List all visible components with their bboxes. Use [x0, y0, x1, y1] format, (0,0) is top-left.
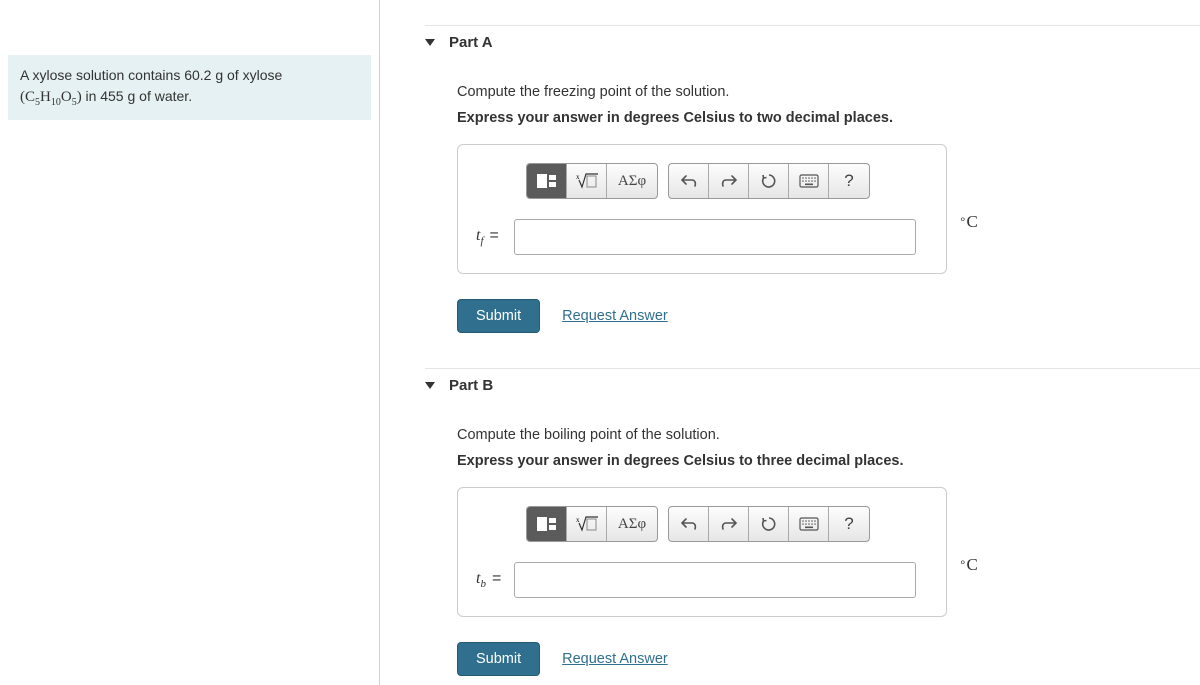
keyboard-button[interactable] [789, 164, 829, 198]
root-icon: x [576, 515, 598, 533]
reset-icon [761, 516, 777, 532]
part-a-section: Part A Compute the freezing point of the… [425, 25, 1200, 333]
part-b-body: Compute the boiling point of the solutio… [425, 402, 1200, 676]
problem-statement: A xylose solution contains 60.2 g of xyl… [8, 55, 371, 120]
reset-icon [761, 173, 777, 189]
collapse-icon[interactable] [425, 39, 435, 46]
root-button[interactable]: x [567, 164, 607, 198]
part-b-variable: tb = [476, 570, 514, 590]
redo-button[interactable] [709, 507, 749, 541]
part-b-request-answer-link[interactable]: Request Answer [562, 651, 668, 667]
toolbar-group-1: x ΑΣφ [526, 163, 658, 199]
redo-icon [720, 517, 738, 531]
part-b-submit-button[interactable]: Submit [457, 642, 540, 676]
part-a-toolbar: x ΑΣφ [526, 163, 928, 199]
reset-button[interactable] [749, 164, 789, 198]
problem-line-2: (C5H10O5) in 455 g of water. [20, 86, 359, 110]
chemical-formula: (C5H10O5) [20, 89, 85, 105]
part-a-answer-box: x ΑΣφ [457, 144, 947, 274]
svg-text:x: x [576, 173, 580, 181]
part-a-instruction: Express your answer in degrees Celsius t… [457, 110, 1200, 126]
right-panel: Part A Compute the freezing point of the… [380, 0, 1200, 685]
part-b-actions: Submit Request Answer [457, 642, 1200, 676]
part-a-submit-button[interactable]: Submit [457, 299, 540, 333]
part-b-question: Compute the boiling point of the solutio… [457, 427, 1200, 443]
template-button[interactable] [527, 507, 567, 541]
greek-button[interactable]: ΑΣφ [607, 164, 657, 198]
part-a-title: Part A [449, 34, 493, 51]
part-b-title: Part B [449, 377, 493, 394]
svg-text:x: x [576, 516, 580, 524]
part-a-input-row: tf = [476, 219, 928, 255]
part-a-answer-input[interactable] [514, 219, 916, 255]
root-icon: x [576, 172, 598, 190]
part-b-input-row: tb = [476, 562, 928, 598]
part-b-instruction: Express your answer in degrees Celsius t… [457, 453, 1200, 469]
collapse-icon[interactable] [425, 382, 435, 389]
undo-icon [680, 174, 698, 188]
toolbar-group-1: x ΑΣφ [526, 506, 658, 542]
undo-icon [680, 517, 698, 531]
root-button[interactable]: x [567, 507, 607, 541]
part-b-answer-input[interactable] [514, 562, 916, 598]
part-a-body: Compute the freezing point of the soluti… [425, 59, 1200, 333]
reset-button[interactable] [749, 507, 789, 541]
keyboard-icon [799, 517, 819, 531]
redo-icon [720, 174, 738, 188]
part-b-unit: ∘C [959, 555, 978, 575]
undo-button[interactable] [669, 507, 709, 541]
keyboard-button[interactable] [789, 507, 829, 541]
part-b-header[interactable]: Part B [425, 368, 1200, 402]
part-a-variable: tf = [476, 227, 514, 247]
toolbar-group-2: ? [668, 506, 870, 542]
template-button[interactable] [527, 164, 567, 198]
part-b-section: Part B Compute the boiling point of the … [425, 368, 1200, 676]
redo-button[interactable] [709, 164, 749, 198]
part-a-question: Compute the freezing point of the soluti… [457, 84, 1200, 100]
part-b-answer-box: x ΑΣφ [457, 487, 947, 617]
part-a-actions: Submit Request Answer [457, 299, 1200, 333]
part-a-unit: ∘C [959, 212, 978, 232]
left-panel: A xylose solution contains 60.2 g of xyl… [0, 0, 380, 685]
keyboard-icon [799, 174, 819, 188]
toolbar-group-2: ? [668, 163, 870, 199]
help-button[interactable]: ? [829, 507, 869, 541]
help-button[interactable]: ? [829, 164, 869, 198]
problem-line-1: A xylose solution contains 60.2 g of xyl… [20, 65, 359, 86]
part-a-request-answer-link[interactable]: Request Answer [562, 308, 668, 324]
undo-button[interactable] [669, 164, 709, 198]
greek-button[interactable]: ΑΣφ [607, 507, 657, 541]
part-a-header[interactable]: Part A [425, 25, 1200, 59]
part-b-toolbar: x ΑΣφ [526, 506, 928, 542]
